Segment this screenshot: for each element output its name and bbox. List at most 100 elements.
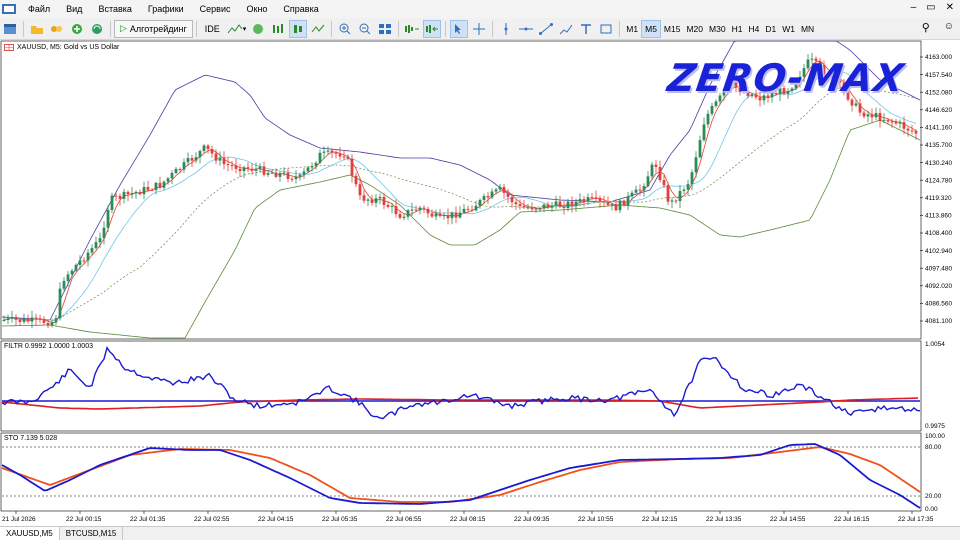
candle-body [370, 199, 374, 203]
timeframe-m1[interactable]: M1 [623, 20, 641, 38]
zoom-out-icon[interactable] [356, 20, 374, 38]
candle-body [202, 145, 206, 151]
trendline-icon[interactable] [537, 20, 555, 38]
menu-charts[interactable]: Графики [140, 0, 192, 18]
toolbar-separator [195, 20, 197, 37]
minimize-icon[interactable]: – [911, 2, 917, 13]
menu-help[interactable]: Справка [275, 0, 326, 18]
candle-body [238, 168, 242, 172]
shapes-icon[interactable] [597, 20, 615, 38]
tab-xauusd-m5[interactable]: XAUUSD,M5 [0, 527, 60, 540]
candle-body [170, 172, 174, 179]
tile-windows-icon[interactable] [376, 20, 394, 38]
chart-type-icon[interactable] [269, 20, 287, 38]
candle-body [542, 204, 546, 209]
menu-file[interactable]: Файл [20, 0, 58, 18]
auto-scroll-icon[interactable] [423, 19, 442, 38]
price-tick-label: 4146.620 [925, 107, 952, 114]
candle-body [358, 184, 362, 196]
user-icon[interactable]: ☺ [944, 21, 954, 34]
algo-trading-button[interactable]: ▷ Алготрейдинг [114, 19, 193, 38]
candle-body [10, 317, 14, 319]
time-tick-label: 22 Jul 08:15 [450, 516, 486, 523]
time-tick-label: 22 Jul 13:35 [706, 516, 742, 523]
candle-body [38, 318, 42, 320]
folder-icon[interactable] [28, 20, 46, 38]
add-icon[interactable] [68, 20, 86, 38]
candle-body [338, 153, 342, 157]
timeframe-m20[interactable]: M20 [683, 20, 706, 38]
candle-body [410, 209, 414, 211]
toolbar-separator [331, 20, 333, 37]
candle-body [166, 178, 170, 182]
menu-insert[interactable]: Вставка [90, 0, 139, 18]
candle-body [294, 176, 298, 180]
tools-icon[interactable] [557, 20, 575, 38]
candle-body [630, 192, 634, 197]
line-chart-icon[interactable] [309, 20, 327, 38]
candle-body [450, 212, 454, 219]
candle-body [354, 175, 358, 185]
candle-body [330, 150, 334, 153]
timeframe-m15[interactable]: M15 [661, 20, 684, 38]
sto-label: STO 7.139 5.028 [4, 435, 58, 442]
candle-body [518, 204, 522, 207]
candle-body [70, 270, 74, 275]
close-icon[interactable]: ✕ [946, 2, 954, 13]
menu-view[interactable]: Вид [58, 0, 90, 18]
price-tick-label: 4113.860 [925, 213, 952, 220]
candle-body [866, 114, 870, 117]
crosshair-icon[interactable] [470, 20, 488, 38]
candle-body [362, 195, 366, 201]
candle-body [122, 191, 126, 199]
horizontal-line-icon[interactable] [517, 20, 535, 38]
candle-body [858, 103, 862, 113]
candle-body [174, 168, 178, 173]
refresh-icon[interactable] [88, 20, 106, 38]
candle-body [374, 198, 378, 203]
text-icon[interactable] [577, 20, 595, 38]
candle-body [210, 148, 214, 154]
price-tick-label: 4163.000 [925, 54, 952, 61]
chart-area[interactable]: 4163.000 4157.540 4152.080 4146.620 4141.160… [0, 40, 960, 525]
restore-icon[interactable]: ▭ [926, 2, 935, 13]
indicators-icon[interactable]: ▾ [226, 20, 248, 38]
timeframe-h1[interactable]: H1 [729, 20, 746, 38]
timeframe-mn[interactable]: MN [798, 20, 817, 38]
candle-body [474, 205, 478, 211]
scroll-chart-icon[interactable] [403, 20, 421, 38]
vertical-line-icon[interactable] [497, 20, 515, 38]
candle-body [390, 206, 394, 208]
candle-body [654, 164, 658, 167]
market-watch-icon[interactable] [48, 20, 66, 38]
candle-body [642, 186, 646, 191]
search-icon[interactable]: ⚲ [922, 21, 930, 34]
candle-body [650, 164, 654, 177]
toolbar-separator [619, 20, 621, 37]
tab-btcusd-m15[interactable]: BTCUSD,M15 [60, 527, 124, 540]
candle-body [454, 212, 458, 218]
timeframe-m30[interactable]: M30 [706, 20, 729, 38]
candle-body [78, 260, 82, 265]
candle-body [670, 200, 674, 202]
timeframe-w1[interactable]: W1 [779, 20, 798, 38]
zoom-in-icon[interactable] [336, 20, 354, 38]
candle-body [226, 164, 230, 166]
candle-body [862, 112, 866, 117]
candle-body [346, 156, 350, 159]
timeframe-d1[interactable]: D1 [762, 20, 779, 38]
ide-button[interactable]: IDE [201, 20, 224, 38]
cursor-icon[interactable] [450, 19, 469, 38]
chart-canvas[interactable]: 4163.000 4157.540 4152.080 4146.620 4141.160… [0, 40, 960, 525]
new-chart-icon[interactable] [1, 20, 19, 38]
menu-tools[interactable]: Сервис [192, 0, 239, 18]
timeframe-h4[interactable]: H4 [745, 20, 762, 38]
menu-window[interactable]: Окно [239, 0, 276, 18]
price-axis: 4163.000 4157.540 4152.080 4146.620 4141.160… [920, 54, 952, 513]
candles-icon[interactable] [289, 19, 308, 38]
timeframe-m5[interactable]: M5 [641, 19, 661, 38]
time-tick-label: 22 Jul 14:55 [770, 516, 806, 523]
algo-trading-label: Алготрейдинг [129, 23, 187, 34]
candle-body [490, 191, 494, 198]
chart-shift-icon[interactable] [249, 20, 267, 38]
